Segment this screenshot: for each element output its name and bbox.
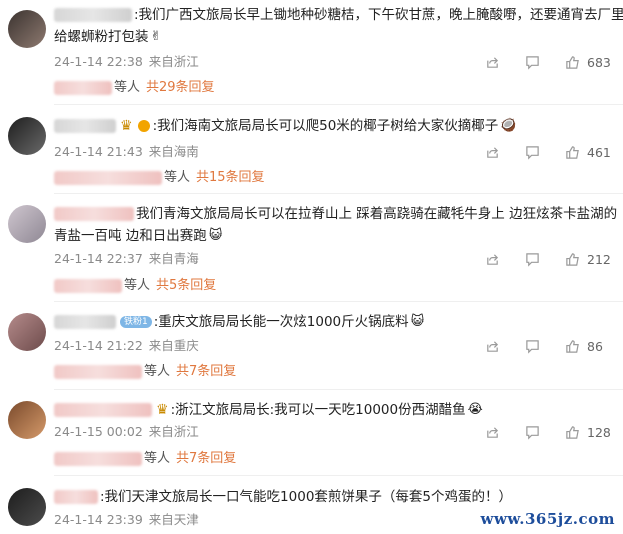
comment-icon[interactable] [523, 53, 541, 71]
location: 来自青海 [148, 251, 199, 266]
reply-summary[interactable]: 等人 共7条回复 [54, 449, 236, 469]
avatar[interactable] [8, 117, 46, 155]
like-icon[interactable] [563, 143, 581, 161]
timestamp: 24-1-14 23:39 [54, 512, 143, 527]
username-redacted[interactable] [54, 119, 116, 133]
comment-item: 我们青海文旅局局长可以在拉脊山上 踩着高跷骑在藏牦牛身上 边狂炫茶卡盐湖的 青盐… [0, 195, 623, 302]
share-icon[interactable] [483, 250, 501, 268]
like-count: 461 [587, 144, 611, 160]
action-bar: 86 [483, 336, 611, 356]
like-icon[interactable] [563, 53, 581, 71]
share-icon[interactable] [483, 423, 501, 441]
action-bar: 683 [483, 52, 611, 72]
comment-icon[interactable] [523, 250, 541, 268]
cat-emoji-icon: 😺 [410, 314, 425, 329]
view-replies-link: 共5条回复 [156, 278, 217, 293]
crying-emoji-icon: 😭 [467, 402, 483, 417]
timestamp: 24-1-14 22:37 [54, 251, 143, 266]
like-icon[interactable] [563, 423, 581, 441]
fan-badge: 铁粉1 [120, 316, 152, 328]
share-icon[interactable] [483, 143, 501, 161]
avatar[interactable] [8, 10, 46, 48]
location: 来自重庆 [148, 338, 199, 353]
view-replies-link: 共29条回复 [146, 80, 215, 95]
cat-emoji-icon: 😺 [208, 228, 223, 243]
username-redacted[interactable] [54, 8, 132, 22]
comment-text: 我们青海文旅局局长可以在拉脊山上 踩着高跷骑在藏牦牛身上 边狂炫茶卡盐湖的 [54, 203, 617, 225]
avatar[interactable] [8, 401, 46, 439]
divider [54, 104, 623, 105]
crown-icon: ♛ [156, 402, 169, 418]
verified-icon [137, 120, 150, 132]
divider [54, 389, 623, 390]
coconut-emoji-icon: 🥥 [500, 118, 517, 133]
comment-item: :我们广西文旅局长早上锄地种砂糖桔，下午砍甘蔗，晚上腌酸嘢，还要通宵去厂里 给螺… [0, 0, 623, 107]
location: 来自天津 [148, 512, 199, 527]
comment-meta: 24-1-14 22:38 来自浙江 [54, 52, 199, 72]
avatar[interactable] [8, 488, 46, 526]
watermark: www.365jz.com [480, 510, 615, 528]
action-bar: 212 [483, 249, 611, 269]
view-replies-link: 共15条回复 [196, 170, 265, 185]
location: 来自浙江 [148, 54, 199, 69]
location: 来自海南 [148, 144, 199, 159]
timestamp: 24-1-15 00:02 [54, 424, 143, 439]
comment-text: :我们天津文旅局长一口气能吃1000套煎饼果子（每套5个鸡蛋的！） [54, 486, 613, 508]
like-count: 212 [587, 251, 611, 267]
username-redacted[interactable] [54, 490, 98, 504]
view-replies-link: 共7条回复 [176, 364, 237, 379]
divider [54, 193, 623, 194]
comment-text-cont: 青盐一百吨 边和日出赛跑 😺 [54, 225, 613, 247]
avatar[interactable] [8, 313, 46, 351]
share-icon[interactable] [483, 337, 501, 355]
username-redacted[interactable] [54, 315, 116, 329]
crown-icon: ♛ [120, 118, 133, 134]
victory-emoji-icon: ✌ [150, 29, 162, 44]
timestamp: 24-1-14 22:38 [54, 54, 143, 69]
share-icon[interactable] [483, 53, 501, 71]
comment-icon[interactable] [523, 423, 541, 441]
reply-summary[interactable]: 等人 共7条回复 [54, 362, 236, 382]
username-redacted[interactable] [54, 207, 134, 221]
username-redacted[interactable] [54, 403, 152, 417]
comment-text: ♛:浙江文旅局局长:我可以一天吃10000份西湖醋鱼 😭 [54, 399, 613, 421]
comment-text-cont: 给螺蛳粉打包装 ✌ [54, 26, 613, 48]
comment-text: :我们广西文旅局长早上锄地种砂糖桔，下午砍甘蔗，晚上腌酸嘢，还要通宵去厂里 [54, 4, 623, 26]
like-count: 128 [587, 424, 611, 440]
comment-meta: 24-1-14 23:39 来自天津 [54, 510, 199, 530]
comment-icon[interactable] [523, 143, 541, 161]
divider [54, 475, 623, 476]
divider [54, 301, 623, 302]
like-count: 683 [587, 54, 611, 70]
comment-meta: 24-1-14 21:22 来自重庆 [54, 336, 199, 356]
comment-meta: 24-1-15 00:02 来自浙江 [54, 422, 199, 442]
like-count: 86 [587, 338, 603, 354]
comment-meta: 24-1-14 22:37 来自青海 [54, 249, 199, 269]
reply-summary[interactable]: 等人 共29条回复 [54, 78, 215, 98]
timestamp: 24-1-14 21:43 [54, 144, 143, 159]
location: 来自浙江 [148, 424, 199, 439]
avatar[interactable] [8, 205, 46, 243]
like-icon[interactable] [563, 337, 581, 355]
reply-summary[interactable]: 等人 共5条回复 [54, 276, 216, 296]
view-replies-link: 共7条回复 [176, 451, 237, 466]
comment-icon[interactable] [523, 337, 541, 355]
comment-meta: 24-1-14 21:43 来自海南 [54, 142, 199, 162]
comment-text: ♛:我们海南文旅局局长可以爬50米的椰子树给大家伙摘椰子 🥥 [54, 115, 613, 137]
action-bar: 128 [483, 422, 611, 442]
comment-text: 铁粉1:重庆文旅局局长能一次炫1000斤火锅底料 😺 [54, 311, 613, 333]
like-icon[interactable] [563, 250, 581, 268]
reply-summary[interactable]: 等人 共15条回复 [54, 168, 265, 188]
timestamp: 24-1-14 21:22 [54, 338, 143, 353]
action-bar: 461 [483, 142, 611, 162]
